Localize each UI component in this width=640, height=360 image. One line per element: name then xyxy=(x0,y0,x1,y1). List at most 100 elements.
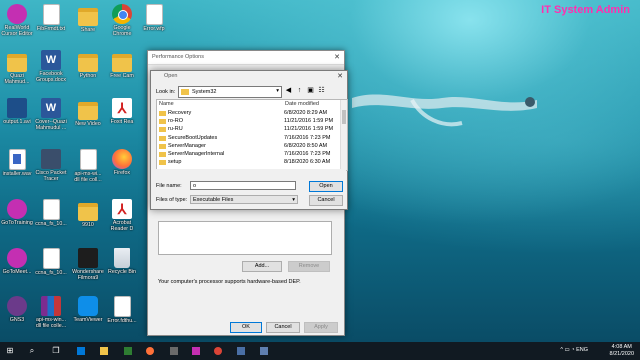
look-in-dropdown[interactable]: System32 ▾ xyxy=(178,86,282,98)
close-icon[interactable]: ✕ xyxy=(334,53,340,61)
scroll-thumb[interactable] xyxy=(342,110,346,124)
desktop-icon[interactable]: ccna_fs_10... xyxy=(34,197,68,245)
desktop-icon[interactable]: TeamViewer xyxy=(71,294,105,342)
file-row[interactable]: SecureBootUpdates 7/16/2016 7:23 PM xyxy=(157,135,339,143)
desktop-icon-label: GNS3 xyxy=(9,317,25,323)
desktop-icon[interactable]: Error.fdthu... xyxy=(105,294,139,342)
windows-start-icon[interactable]: ⊞ xyxy=(4,345,16,357)
firefox-icon[interactable] xyxy=(146,347,154,355)
desktop-icon[interactable]: Wondershare Filmora9 xyxy=(71,246,105,294)
media-icon xyxy=(7,98,27,118)
file-name-input[interactable]: o xyxy=(190,181,296,190)
gear-icon[interactable] xyxy=(192,347,200,355)
file-type-value: Executable Files xyxy=(193,197,234,203)
task-view-icon[interactable]: ❐ xyxy=(50,345,62,357)
desktop-icon[interactable]: ccna_fs_10... xyxy=(34,246,68,294)
view-menu-icon[interactable]: ☷ xyxy=(317,86,326,95)
app-icon[interactable] xyxy=(170,347,178,355)
vertical-scrollbar[interactable] xyxy=(340,100,347,170)
file-type-dropdown[interactable]: Executable Files ▾ xyxy=(190,195,298,204)
new-folder-icon[interactable]: ▣ xyxy=(306,86,315,95)
system-properties-icon[interactable] xyxy=(260,347,268,355)
desktop-icon[interactable]: FibFrmdt.txt xyxy=(34,2,68,50)
cancel-button[interactable]: Cancel xyxy=(309,195,343,206)
window-icon[interactable] xyxy=(237,347,245,355)
desktop-icon[interactable]: ⅄ Acrobat Reader D xyxy=(105,197,139,245)
open-button[interactable]: Open xyxy=(309,181,343,192)
file-type-label: Files of type: xyxy=(156,197,188,203)
desktop-icon[interactable]: installer.wav xyxy=(0,147,34,195)
gns3-icon xyxy=(7,296,27,316)
desktop-icon[interactable]: W Facebook Groups.docx xyxy=(34,48,68,96)
desktop-icon[interactable]: Firefox xyxy=(105,147,139,195)
file-explorer-icon[interactable] xyxy=(100,347,108,355)
desktop-icon[interactable]: New Video xyxy=(71,96,105,144)
cancel-button[interactable]: Cancel xyxy=(266,322,300,333)
search-icon[interactable]: ⌕ xyxy=(26,345,38,357)
file-row[interactable]: ru-RU 11/21/2016 1:59 PM xyxy=(157,126,339,134)
desktop-icon[interactable]: GoToMeet... xyxy=(0,246,34,294)
desktop-icon[interactable]: GoToTraining xyxy=(0,197,34,245)
desktop-icon-label: Share xyxy=(80,27,96,33)
desktop-icon[interactable]: Free Cam xyxy=(105,48,139,96)
back-icon[interactable]: ◀ xyxy=(284,86,293,95)
column-header-date[interactable]: Date modified xyxy=(285,101,319,107)
winrar-icon xyxy=(41,296,61,316)
desktop-icon[interactable]: RealWorld Cursor Editor xyxy=(0,2,34,50)
desktop-icon[interactable]: Error.wfp xyxy=(137,2,171,50)
look-in-value: System32 xyxy=(192,89,217,95)
desktop-icon[interactable]: ⅄ Foxit Rea xyxy=(105,96,139,144)
desktop-icon[interactable]: output.1.avi xyxy=(0,96,34,144)
file-row[interactable]: ServerManagerInternal 7/16/2016 7:23 PM xyxy=(157,151,339,159)
desktop-icon-label: Google Chrome xyxy=(112,25,132,37)
desktop-icon[interactable]: api-ms-wi... dll file coll... xyxy=(71,147,105,195)
file-row-date: 11/21/2016 1:59 PM xyxy=(284,126,334,133)
clock[interactable]: 4:08 AM 8/21/2020 xyxy=(610,344,634,358)
desktop-icon-label: Recycle Bin xyxy=(108,269,136,275)
folder-icon xyxy=(159,143,166,149)
horizontal-scrollbar[interactable] xyxy=(156,169,346,173)
add-button[interactable]: Add... xyxy=(242,261,282,272)
dep-exception-list[interactable] xyxy=(158,221,332,255)
file-row-date: 8/18/2020 6:30 AM xyxy=(284,159,331,166)
system-tray[interactable]: ^ ▭ ◔ ENG xyxy=(560,347,588,353)
open-dialog-title: Open xyxy=(164,73,178,79)
edge-icon[interactable] xyxy=(77,347,85,355)
column-header-name[interactable]: Name xyxy=(159,101,174,107)
file-row[interactable]: ServerManager 6/8/2020 8:50 AM xyxy=(157,143,339,151)
folder-icon xyxy=(159,160,166,166)
folder-icon xyxy=(78,54,98,72)
file-row[interactable]: Recovery 6/8/2020 8:29 AM xyxy=(157,110,339,118)
ok-button[interactable]: OK xyxy=(230,322,262,333)
performance-options-title: Performance Options xyxy=(152,54,204,60)
remove-button[interactable]: Remove xyxy=(288,261,330,272)
desktop-icon[interactable]: Share xyxy=(71,2,105,50)
desktop-icon[interactable]: Recycle Bin xyxy=(105,246,139,294)
desktop-icon[interactable]: GNS3 xyxy=(0,294,34,342)
desktop-icon-label: Facebook Groups.docx xyxy=(35,71,67,83)
store-icon[interactable] xyxy=(124,347,132,355)
file-list[interactable]: Name Date modified Recovery 6/8/2020 8:29… xyxy=(156,99,348,171)
file-row[interactable]: setup 8/18/2020 6:30 AM xyxy=(157,159,339,167)
file-row-date: 7/16/2016 7:23 PM xyxy=(284,151,331,157)
desktop-icon-label: TeamViewer xyxy=(73,317,103,323)
desktop-icon-label: Error.fdthu... xyxy=(107,318,137,324)
folder-icon xyxy=(78,8,98,26)
up-folder-icon[interactable]: ↑ xyxy=(295,86,304,95)
desktop-icon-label: Free Cam xyxy=(110,73,134,79)
desktop-icon-label: GoToMeet... xyxy=(2,269,32,275)
desktop-icon[interactable]: api-ms-win... dll file colle... xyxy=(34,294,68,342)
chrome-icon[interactable] xyxy=(214,347,222,355)
close-icon[interactable]: ✕ xyxy=(337,72,343,80)
apply-button[interactable]: Apply xyxy=(304,322,338,333)
desktop-icon[interactable]: Cisco Packet Tracer xyxy=(34,147,68,195)
desktop-icon[interactable]: Google Chrome xyxy=(105,2,139,50)
desktop-icon[interactable]: Quazi Mahmud... xyxy=(0,48,34,96)
navigation-toolbar: ◀ ↑ ▣ ☷ xyxy=(284,86,344,96)
gear-icon xyxy=(7,4,27,24)
language-indicator[interactable]: ENG xyxy=(576,347,588,353)
desktop-icon[interactable]: W Cover--Quazi Mahmudul ... xyxy=(34,96,68,144)
file-row[interactable]: ro-RO 11/21/2016 1:59 PM xyxy=(157,118,339,126)
desktop-icon[interactable]: 9910 xyxy=(71,197,105,245)
desktop-icon[interactable]: Python xyxy=(71,48,105,96)
